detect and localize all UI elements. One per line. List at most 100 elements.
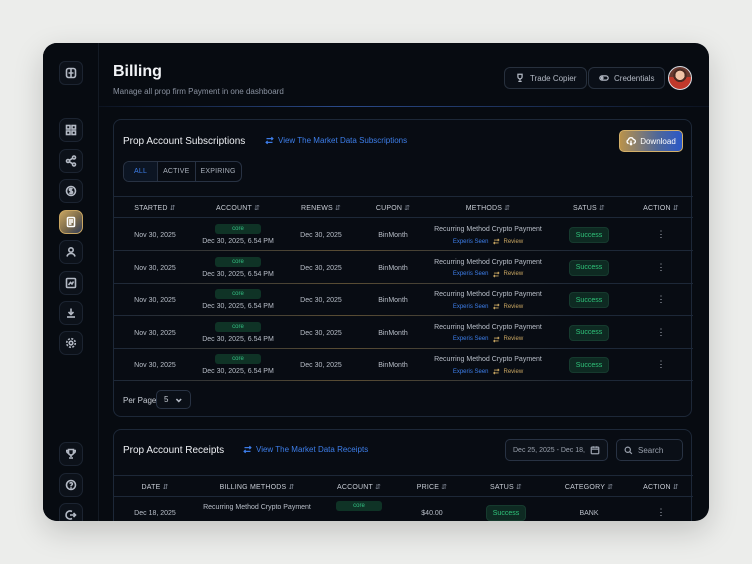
swap-icon: [492, 336, 500, 343]
key-icon: [599, 75, 609, 81]
column-header-started[interactable]: STARTED ⇵: [134, 204, 176, 212]
sidebar-item-logout[interactable]: [59, 503, 83, 521]
receipt-category: BANK: [579, 510, 599, 517]
sidebar-item-billing[interactable]: [59, 210, 83, 234]
table-row[interactable]: Nov 30, 2025 core Dec 30, 2025, 6.54 PM Dec…: [114, 317, 693, 349]
column-header-price[interactable]: PRICE ⇵: [417, 483, 447, 491]
column-header-billing-methods[interactable]: BILLING METHODS ⇵: [220, 483, 295, 491]
sidebar-item-settings[interactable]: [59, 331, 83, 355]
credentials-button[interactable]: Credentials: [588, 67, 666, 89]
review-link[interactable]: Review: [504, 336, 524, 342]
payment-method: Recurring Method Crypto Payment: [434, 323, 542, 331]
account-date: Dec 30, 2025, 6.54 PM: [202, 303, 274, 311]
renews-date: Dec 30, 2025: [300, 232, 342, 239]
swap-icon: [243, 445, 252, 454]
sidebar-item-dashboard[interactable]: [59, 118, 83, 142]
sidebar-item-downloads[interactable]: [59, 301, 83, 325]
method-meta: Experis Seen Review: [453, 336, 523, 343]
payment-method: Recurring Method Crypto Payment: [434, 258, 542, 266]
status-badge: Success: [569, 292, 609, 309]
user-icon: [66, 246, 76, 257]
column-header-renews[interactable]: RENEWS ⇵: [301, 204, 341, 212]
page-title: Billing: [113, 63, 162, 80]
column-header-status[interactable]: SATUS ⇵: [490, 483, 522, 491]
filter-tab-all[interactable]: ALL: [124, 162, 159, 181]
table-row[interactable]: Nov 30, 2025 core Dec 30, 2025, 6.54 PM Dec…: [114, 284, 693, 317]
sidebar-item-reports[interactable]: [59, 271, 83, 295]
table-row[interactable]: Nov 30, 2025 core Dec 30, 2025, 6.54 PM Dec…: [114, 349, 693, 382]
review-link[interactable]: Review: [504, 304, 524, 310]
started-date: Nov 30, 2025: [134, 362, 176, 370]
view-market-data-receipts-link[interactable]: View The Market Data Receipts: [243, 445, 368, 454]
trophy-icon: [517, 73, 523, 82]
method-link[interactable]: Experis Seen: [453, 271, 489, 277]
page-subtitle: Manage all prop firm Payment in one dash…: [113, 87, 284, 96]
search-input[interactable]: Search: [616, 439, 683, 461]
method-link[interactable]: Experis Seen: [453, 369, 489, 375]
filter-tab-active[interactable]: ACTIVE: [158, 162, 196, 181]
receipt-price: $40.00: [421, 510, 443, 517]
app-logo-icon[interactable]: [59, 61, 83, 85]
row-action-menu-icon[interactable]: ⋮: [657, 507, 666, 518]
chart-icon: [65, 277, 77, 289]
sidebar: [43, 43, 99, 521]
sidebar-item-share[interactable]: [59, 149, 83, 173]
sidebar-item-payments[interactable]: [59, 179, 83, 203]
row-action-menu-icon[interactable]: ⋮: [657, 229, 666, 240]
swap-icon: [492, 303, 500, 310]
logout-icon: [65, 510, 77, 520]
settings-icon: [65, 337, 77, 349]
subscriptions-title: Prop Account Subscriptions: [123, 136, 246, 147]
column-header-action[interactable]: ACTION ⇵: [643, 204, 679, 212]
sidebar-item-achievements[interactable]: [59, 442, 83, 466]
review-link[interactable]: Review: [504, 369, 524, 375]
cupon-value: BinMonth: [378, 329, 408, 337]
review-link[interactable]: Review: [504, 271, 524, 277]
column-header-account[interactable]: ACCOUNT ⇵: [216, 204, 260, 212]
row-action-menu-icon[interactable]: ⋮: [657, 294, 666, 305]
row-action-menu-icon[interactable]: ⋮: [657, 327, 666, 338]
share-icon: [65, 155, 77, 167]
per-page-select[interactable]: 5: [156, 390, 191, 409]
column-header-action[interactable]: ACTION ⇵: [643, 483, 679, 491]
renews-date: Dec 30, 2025: [300, 329, 342, 337]
swap-icon: [492, 238, 500, 245]
swap-icon: [492, 271, 500, 278]
trade-copier-button[interactable]: Trade Copier: [504, 67, 588, 89]
started-date: Nov 30, 2025: [134, 264, 176, 272]
account-date: Dec 30, 2025, 6.54 PM: [202, 238, 274, 245]
plan-badge: core: [215, 289, 261, 300]
date-range-picker[interactable]: Dec 25, 2025 - Dec 18,: [505, 439, 608, 461]
avatar[interactable]: [668, 66, 692, 90]
payment-method: Recurring Method Crypto Payment: [434, 226, 542, 233]
status-badge: Success: [569, 357, 609, 374]
view-market-data-subscriptions-link[interactable]: View The Market Data Subscriptions: [265, 136, 407, 145]
download-icon: [67, 308, 75, 318]
help-icon: [65, 479, 77, 491]
top-bar: Billing Manage all prop firm Payment in …: [99, 43, 709, 107]
sidebar-item-profile[interactable]: [59, 240, 83, 264]
table-row[interactable]: Dec 18, 2025 Recurring Method Crypto Paym…: [114, 498, 693, 521]
table-row[interactable]: Nov 30, 2025 core Dec 30, 2025, 6.54 PM Dec…: [114, 219, 693, 251]
method-link[interactable]: Experis Seen: [453, 304, 489, 310]
column-header-cupon[interactable]: CUPON ⇵: [376, 204, 410, 212]
row-action-menu-icon[interactable]: ⋮: [657, 262, 666, 273]
column-header-category[interactable]: CATEGORY ⇵: [565, 483, 613, 491]
filter-tab-expiring[interactable]: EXPIRING: [196, 162, 241, 181]
method-meta: Experis Seen Review: [453, 368, 523, 375]
review-link[interactable]: Review: [504, 239, 524, 245]
method-link[interactable]: Experis Seen: [453, 336, 489, 342]
trade-copier-label: Trade Copier: [530, 73, 577, 83]
download-button[interactable]: Download: [619, 130, 683, 152]
method-link[interactable]: Experis Seen: [453, 239, 489, 245]
column-header-methods[interactable]: METHODS ⇵: [466, 204, 510, 212]
column-header-date[interactable]: DATE ⇵: [141, 483, 168, 491]
column-header-account[interactable]: ACCOUNT ⇵: [337, 483, 381, 491]
method-meta: Experis Seen Review: [453, 271, 523, 278]
table-row[interactable]: Nov 30, 2025 core Dec 30, 2025, 6.54 PM Dec…: [114, 252, 693, 284]
row-action-menu-icon[interactable]: ⋮: [657, 359, 666, 370]
sidebar-item-help[interactable]: [59, 473, 83, 497]
column-header-status[interactable]: SATUS ⇵: [573, 204, 605, 212]
cloud-download-icon: [626, 137, 637, 146]
cupon-value: BinMonth: [378, 264, 408, 272]
